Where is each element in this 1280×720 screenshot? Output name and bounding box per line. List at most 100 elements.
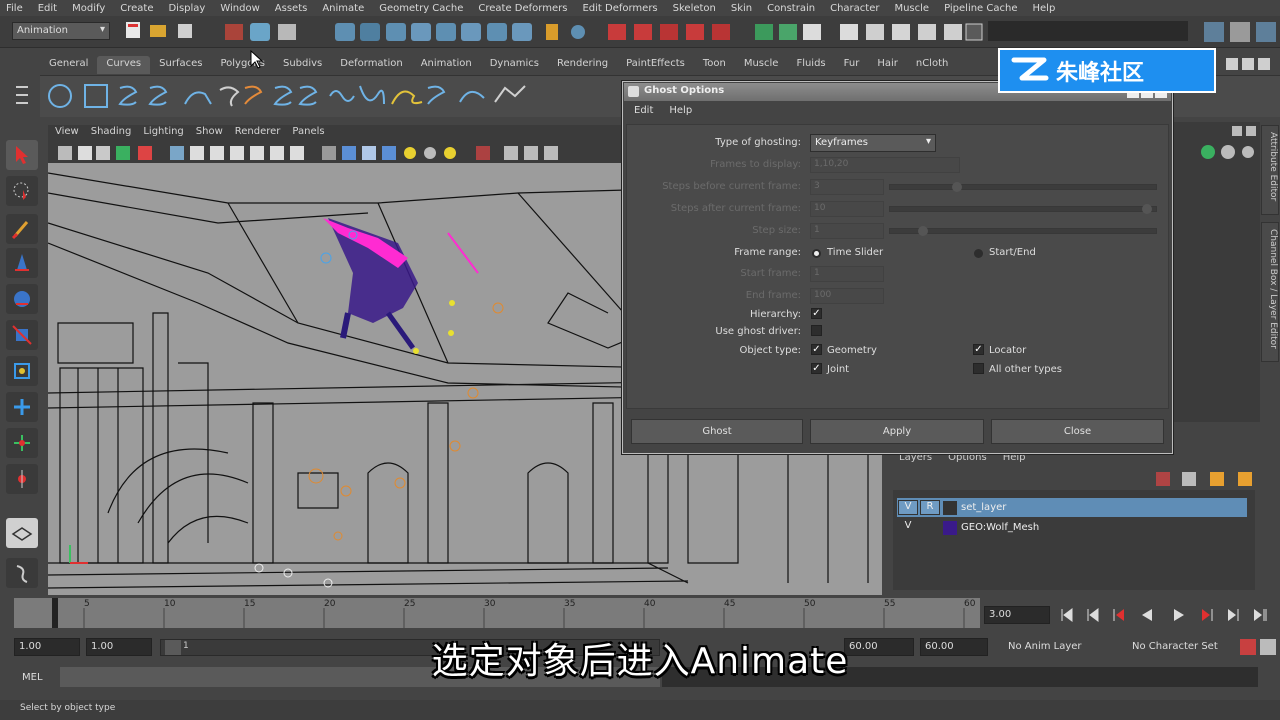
viewport-menu-show[interactable]: Show: [196, 126, 223, 142]
menu-constrain[interactable]: Constrain: [767, 3, 815, 14]
menu-pipeline-cache[interactable]: Pipeline Cache: [944, 3, 1017, 14]
shelf-tab-deformation[interactable]: Deformation: [331, 56, 411, 74]
step-size-field[interactable]: 1: [810, 223, 884, 239]
menu-modify[interactable]: Modify: [72, 3, 105, 14]
lasso-tool-icon[interactable]: [6, 176, 38, 206]
shelf-menu-icon[interactable]: [12, 80, 32, 114]
ghost-driver-checkbox[interactable]: [811, 325, 822, 336]
viewport-menu-renderer[interactable]: Renderer: [235, 126, 281, 142]
channel-box-tab[interactable]: Channel Box / Layer Editor: [1261, 222, 1279, 362]
last-tool-icon[interactable]: [6, 464, 38, 494]
shelf-tab-dynamics[interactable]: Dynamics: [481, 56, 548, 74]
hierarchy-checkbox[interactable]: ✓: [811, 308, 822, 319]
channel-box-icons[interactable]: [1172, 122, 1260, 182]
move-tool-icon[interactable]: [6, 248, 38, 278]
shelf-tab-fur[interactable]: Fur: [835, 56, 869, 74]
shelf-tab-subdivs[interactable]: Subdivs: [274, 56, 331, 74]
soft-mod-tool-icon[interactable]: [6, 392, 38, 422]
menu-character[interactable]: Character: [830, 3, 879, 14]
all-other-types-checkbox[interactable]: [973, 363, 984, 374]
menu-help[interactable]: Help: [1033, 3, 1056, 14]
shelf-tab-general[interactable]: General: [40, 56, 97, 74]
joint-checkbox[interactable]: ✓: [811, 363, 822, 374]
shelf-tab-rendering[interactable]: Rendering: [548, 56, 617, 74]
viewport-menu-shading[interactable]: Shading: [91, 126, 132, 142]
menu-skeleton[interactable]: Skeleton: [673, 3, 716, 14]
dialog-menu-help[interactable]: Help: [669, 103, 692, 121]
viewport-menu-view[interactable]: View: [55, 126, 79, 142]
layer-visibility-toggle[interactable]: V: [898, 520, 918, 535]
curve-tool-icons[interactable]: [40, 76, 600, 116]
shelf-tab-toon[interactable]: Toon: [694, 56, 735, 74]
layer-color-swatch[interactable]: [943, 520, 957, 535]
time-slider-radio[interactable]: [812, 249, 821, 258]
start-frame-field[interactable]: 1: [810, 266, 884, 282]
shelf-tab-painteffects[interactable]: PaintEffects: [617, 56, 694, 74]
shelf-tab-ncloth[interactable]: nCloth: [907, 56, 957, 74]
shelf-tab-curves[interactable]: Curves: [97, 56, 151, 74]
menu-create[interactable]: Create: [120, 3, 153, 14]
slider-handle[interactable]: [918, 226, 928, 236]
steps-before-field[interactable]: 3: [810, 179, 884, 195]
start-end-radio[interactable]: [974, 249, 983, 258]
shelf-tab-fluids[interactable]: Fluids: [787, 56, 834, 74]
layer-visibility-toggle[interactable]: V: [898, 500, 918, 515]
frames-to-display-field[interactable]: 1,10,20: [810, 157, 960, 173]
layer-row-wolf-mesh[interactable]: V GEO:Wolf_Mesh: [897, 518, 1247, 537]
shelf-tab-hair[interactable]: Hair: [868, 56, 907, 74]
ghost-button[interactable]: Ghost: [631, 419, 803, 444]
menu-skin[interactable]: Skin: [731, 3, 752, 14]
menu-edit[interactable]: Edit: [38, 3, 57, 14]
layer-menu-help[interactable]: Help: [1003, 452, 1026, 466]
menu-geometry-cache[interactable]: Geometry Cache: [379, 3, 463, 14]
menu-display[interactable]: Display: [168, 3, 205, 14]
step-size-slider[interactable]: [889, 226, 1157, 236]
rotate-tool-icon[interactable]: [6, 284, 38, 314]
time-slider[interactable]: 5 10 15 20 25 30 35 40 45 50 55 60 3: [14, 598, 980, 628]
shelf-tab-surfaces[interactable]: Surfaces: [150, 56, 211, 74]
menu-muscle[interactable]: Muscle: [894, 3, 929, 14]
layer-menu-options[interactable]: Options: [948, 452, 987, 466]
universal-manipulator-icon[interactable]: [6, 356, 38, 386]
steps-after-slider[interactable]: [889, 204, 1157, 214]
slider-handle[interactable]: [952, 182, 962, 192]
menu-window[interactable]: Window: [220, 3, 259, 14]
attribute-editor-tab[interactable]: Attribute Editor: [1261, 125, 1279, 215]
menu-file[interactable]: File: [6, 3, 23, 14]
shelf-tab-animation[interactable]: Animation: [412, 56, 481, 74]
menu-edit-deformers[interactable]: Edit Deformers: [582, 3, 657, 14]
outliner-icon[interactable]: [6, 558, 38, 588]
viewport-toolbar[interactable]: [52, 144, 572, 162]
menu-set-select[interactable]: Animation: [12, 22, 110, 40]
current-time-field[interactable]: 3.00: [984, 606, 1050, 624]
viewport-menu-lighting[interactable]: Lighting: [143, 126, 183, 142]
shelf-scroll-buttons[interactable]: [1216, 56, 1276, 72]
layer-display-type-toggle[interactable]: R: [920, 500, 940, 515]
layer-editor-icons[interactable]: [1150, 470, 1260, 488]
paint-select-tool-icon[interactable]: [6, 214, 38, 244]
menu-animate[interactable]: Animate: [322, 3, 364, 14]
menu-create-deformers[interactable]: Create Deformers: [478, 3, 567, 14]
apply-button[interactable]: Apply: [810, 419, 984, 444]
steps-before-slider[interactable]: [889, 182, 1157, 192]
select-tool-icon[interactable]: [6, 140, 38, 170]
playback-controls[interactable]: [1056, 604, 1276, 626]
viewport-menu-panels[interactable]: Panels: [292, 126, 324, 142]
slider-handle[interactable]: [1142, 204, 1152, 214]
layer-color-swatch[interactable]: [943, 500, 957, 515]
close-button[interactable]: Close: [991, 419, 1164, 444]
locator-checkbox[interactable]: ✓: [973, 344, 984, 355]
type-of-ghosting-select[interactable]: Keyframes ▾: [810, 134, 936, 152]
toolbar-icons[interactable]: [126, 21, 1276, 42]
end-frame-field[interactable]: 100: [810, 288, 884, 304]
steps-after-field[interactable]: 10: [810, 201, 884, 217]
show-manipulator-icon[interactable]: [6, 428, 38, 458]
menu-assets[interactable]: Assets: [275, 3, 308, 14]
layout-single-pane-icon[interactable]: [6, 518, 38, 548]
shelf-tab-polygons[interactable]: Polygons: [211, 56, 274, 74]
shelf-tab-muscle[interactable]: Muscle: [735, 56, 788, 74]
dialog-menu-edit[interactable]: Edit: [634, 103, 653, 121]
layer-display-type-toggle[interactable]: [920, 520, 940, 535]
scale-tool-icon[interactable]: [6, 320, 38, 350]
layer-row-set-layer[interactable]: V R set_layer: [897, 498, 1247, 517]
